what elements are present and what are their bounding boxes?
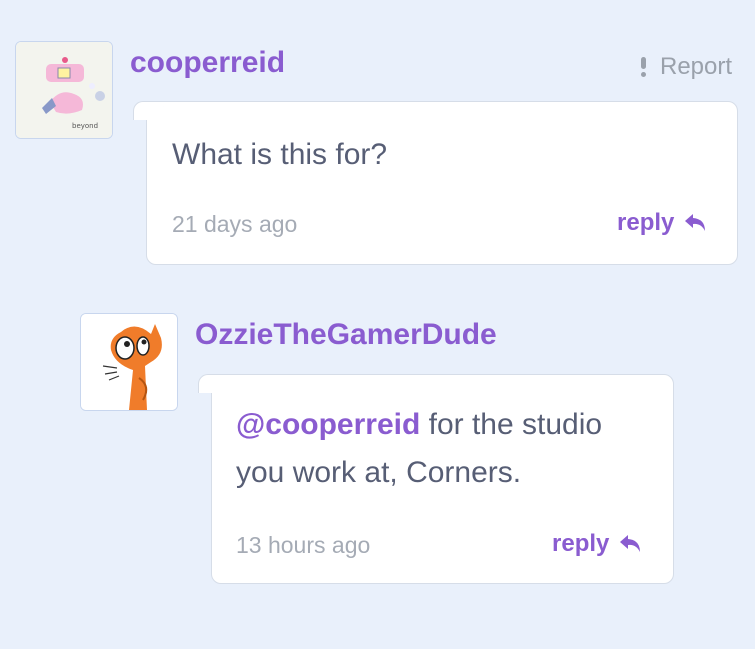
comment-reply: OzzieTheGamerDude @cooperreid for the st… (0, 300, 755, 600)
comment-bubble: @cooperreid for the studio you work at, … (198, 374, 674, 584)
reply-arrow-icon (685, 214, 706, 231)
comment-timestamp: 21 days ago (172, 211, 298, 237)
reply-button[interactable]: reply (552, 532, 643, 556)
avatar-ozziethegamerdude[interactable] (80, 313, 178, 411)
comment-text-segment: for the studio (420, 408, 603, 441)
comment-text: What is this for? (172, 138, 388, 171)
comment-timestamp: 13 hours ago (236, 532, 371, 558)
comment-username[interactable]: OzzieTheGamerDude (195, 320, 497, 350)
comment-bubble: What is this for? 21 days ago reply (133, 101, 738, 265)
report-button[interactable]: Report (638, 55, 732, 79)
exclamation-icon (638, 57, 648, 77)
comment-username[interactable]: cooperreid (130, 48, 285, 78)
avatar-caption: beyond (72, 122, 98, 130)
comment-text: @cooperreid for the studio you work at, … (236, 401, 656, 497)
avatar-cooperreid[interactable]: beyond (15, 41, 113, 139)
bubble-tail (133, 101, 164, 120)
comment-text-line-1: @cooperreid for the studio (236, 401, 656, 449)
mention-link[interactable]: @cooperreid (236, 408, 420, 441)
reply-label: reply (617, 209, 675, 236)
bubble-tail (198, 374, 229, 393)
reply-arrow-icon (620, 535, 641, 552)
comment-text-line-2: you work at, Corners. (236, 456, 522, 489)
avatar-image: beyond (16, 42, 112, 138)
report-label: Report (660, 53, 733, 80)
avatar-image (81, 314, 177, 410)
reply-button[interactable]: reply (617, 211, 708, 235)
comment-top-level: beyond cooperreid Report What is this fo… (0, 0, 755, 270)
reply-label: reply (552, 530, 610, 557)
